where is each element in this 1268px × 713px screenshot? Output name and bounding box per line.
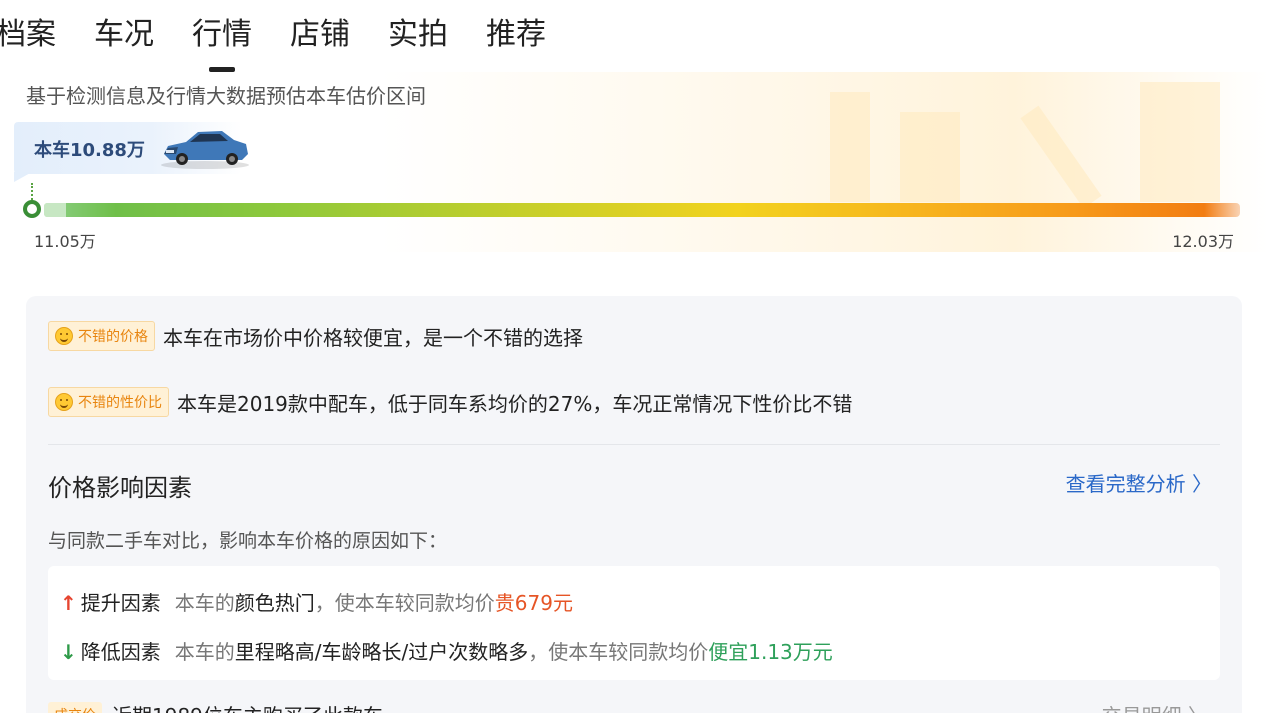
bubble-tail: [14, 172, 32, 182]
section-tabs: 档案 车况 行情 店铺 实拍 推荐: [0, 14, 584, 62]
banner-deco: [830, 92, 870, 202]
highlight-tag-label: 不错的性价比: [78, 395, 162, 411]
tab-recommend[interactable]: 推荐: [486, 14, 546, 62]
car-price-marker: [23, 200, 41, 218]
factor-down-factor: 里程略高/车龄略长/过户次数略多: [234, 640, 529, 664]
factor-up-prefix: 本车的: [174, 591, 235, 615]
tab-condition[interactable]: 车况: [94, 14, 154, 62]
divider: [48, 444, 1220, 445]
range-min-label: 11.05万: [34, 232, 96, 251]
factors-description: 与同款二手车对比，影响本车价格的原因如下：: [48, 530, 448, 552]
tab-store[interactable]: 店铺: [290, 14, 350, 62]
range-max-label: 12.03万: [1172, 232, 1234, 251]
factor-down-effect: 便宜1.13万元: [708, 640, 833, 664]
highlight-text: 本车是2019款中配车，低于同车系均价的27%，车况正常情况下性价比不错: [177, 391, 853, 416]
highlight-tag: 不错的价格: [48, 321, 155, 351]
smile-icon: [55, 393, 73, 411]
highlight-tag: 不错的性价比: [48, 387, 169, 417]
highlight-row: 不错的价格 本车在市场价中价格较便宜，是一个不错的选择: [48, 321, 583, 351]
factor-down-mid: ，使本车较同款均价: [528, 640, 709, 664]
tab-photos[interactable]: 实拍: [388, 14, 448, 62]
factor-up-mid: ，使本车较同款均价: [314, 591, 495, 615]
car-icon: [161, 131, 249, 169]
arrow-up-icon: ↑: [60, 591, 77, 615]
highlight-text: 本车在市场价中价格较便宜，是一个不错的选择: [163, 325, 583, 350]
marker-dash: [31, 183, 33, 200]
highlight-row: 不错的性价比 本车是2019款中配车，低于同车系均价的27%，车况正常情况下性价…: [48, 387, 852, 417]
banner-deco: [900, 112, 960, 202]
factor-down-prefix: 本车的: [174, 640, 235, 664]
deal-price-tag: 成交价: [48, 701, 102, 713]
tab-market[interactable]: 行情: [192, 14, 252, 62]
valuation-subtitle: 基于检测信息及行情大数据预估本车估价区间: [26, 84, 426, 108]
highlight-tag-label: 不错的价格: [78, 329, 148, 345]
view-full-analysis-link[interactable]: 查看完整分析 〉: [1066, 468, 1212, 497]
banner-deco: [1140, 82, 1220, 202]
price-range-bar-lead: [44, 203, 66, 217]
car-price-label: 本车10.88万: [34, 140, 145, 161]
tab-archive[interactable]: 档案: [0, 14, 56, 62]
deal-price-row: 成交价 近期1989位车主购买了此款车: [48, 700, 383, 713]
smile-icon: [55, 327, 73, 345]
deal-price-text: 近期1989位车主购买了此款车: [112, 700, 383, 713]
factor-up-name: 提升因素: [80, 591, 161, 615]
trade-details-link[interactable]: 交易明细 〉: [1102, 700, 1208, 713]
arrow-down-icon: ↓: [60, 640, 77, 664]
factor-up-effect: 贵679元: [494, 591, 573, 615]
factor-up-factor: 颜色热门: [234, 591, 315, 615]
factor-down-name: 降低因素: [80, 640, 161, 664]
factor-down-row: ↓ 降低因素 本车的里程略高/车龄略长/过户次数略多，使本车较同款均价便宜1.13万…: [60, 636, 833, 665]
factor-up-row: ↑ 提升因素 本车的颜色热门，使本车较同款均价贵679元: [60, 587, 573, 616]
factors-title: 价格影响因素: [48, 474, 192, 502]
banner-deco: [1020, 105, 1102, 209]
price-range-bar: [44, 203, 1240, 217]
